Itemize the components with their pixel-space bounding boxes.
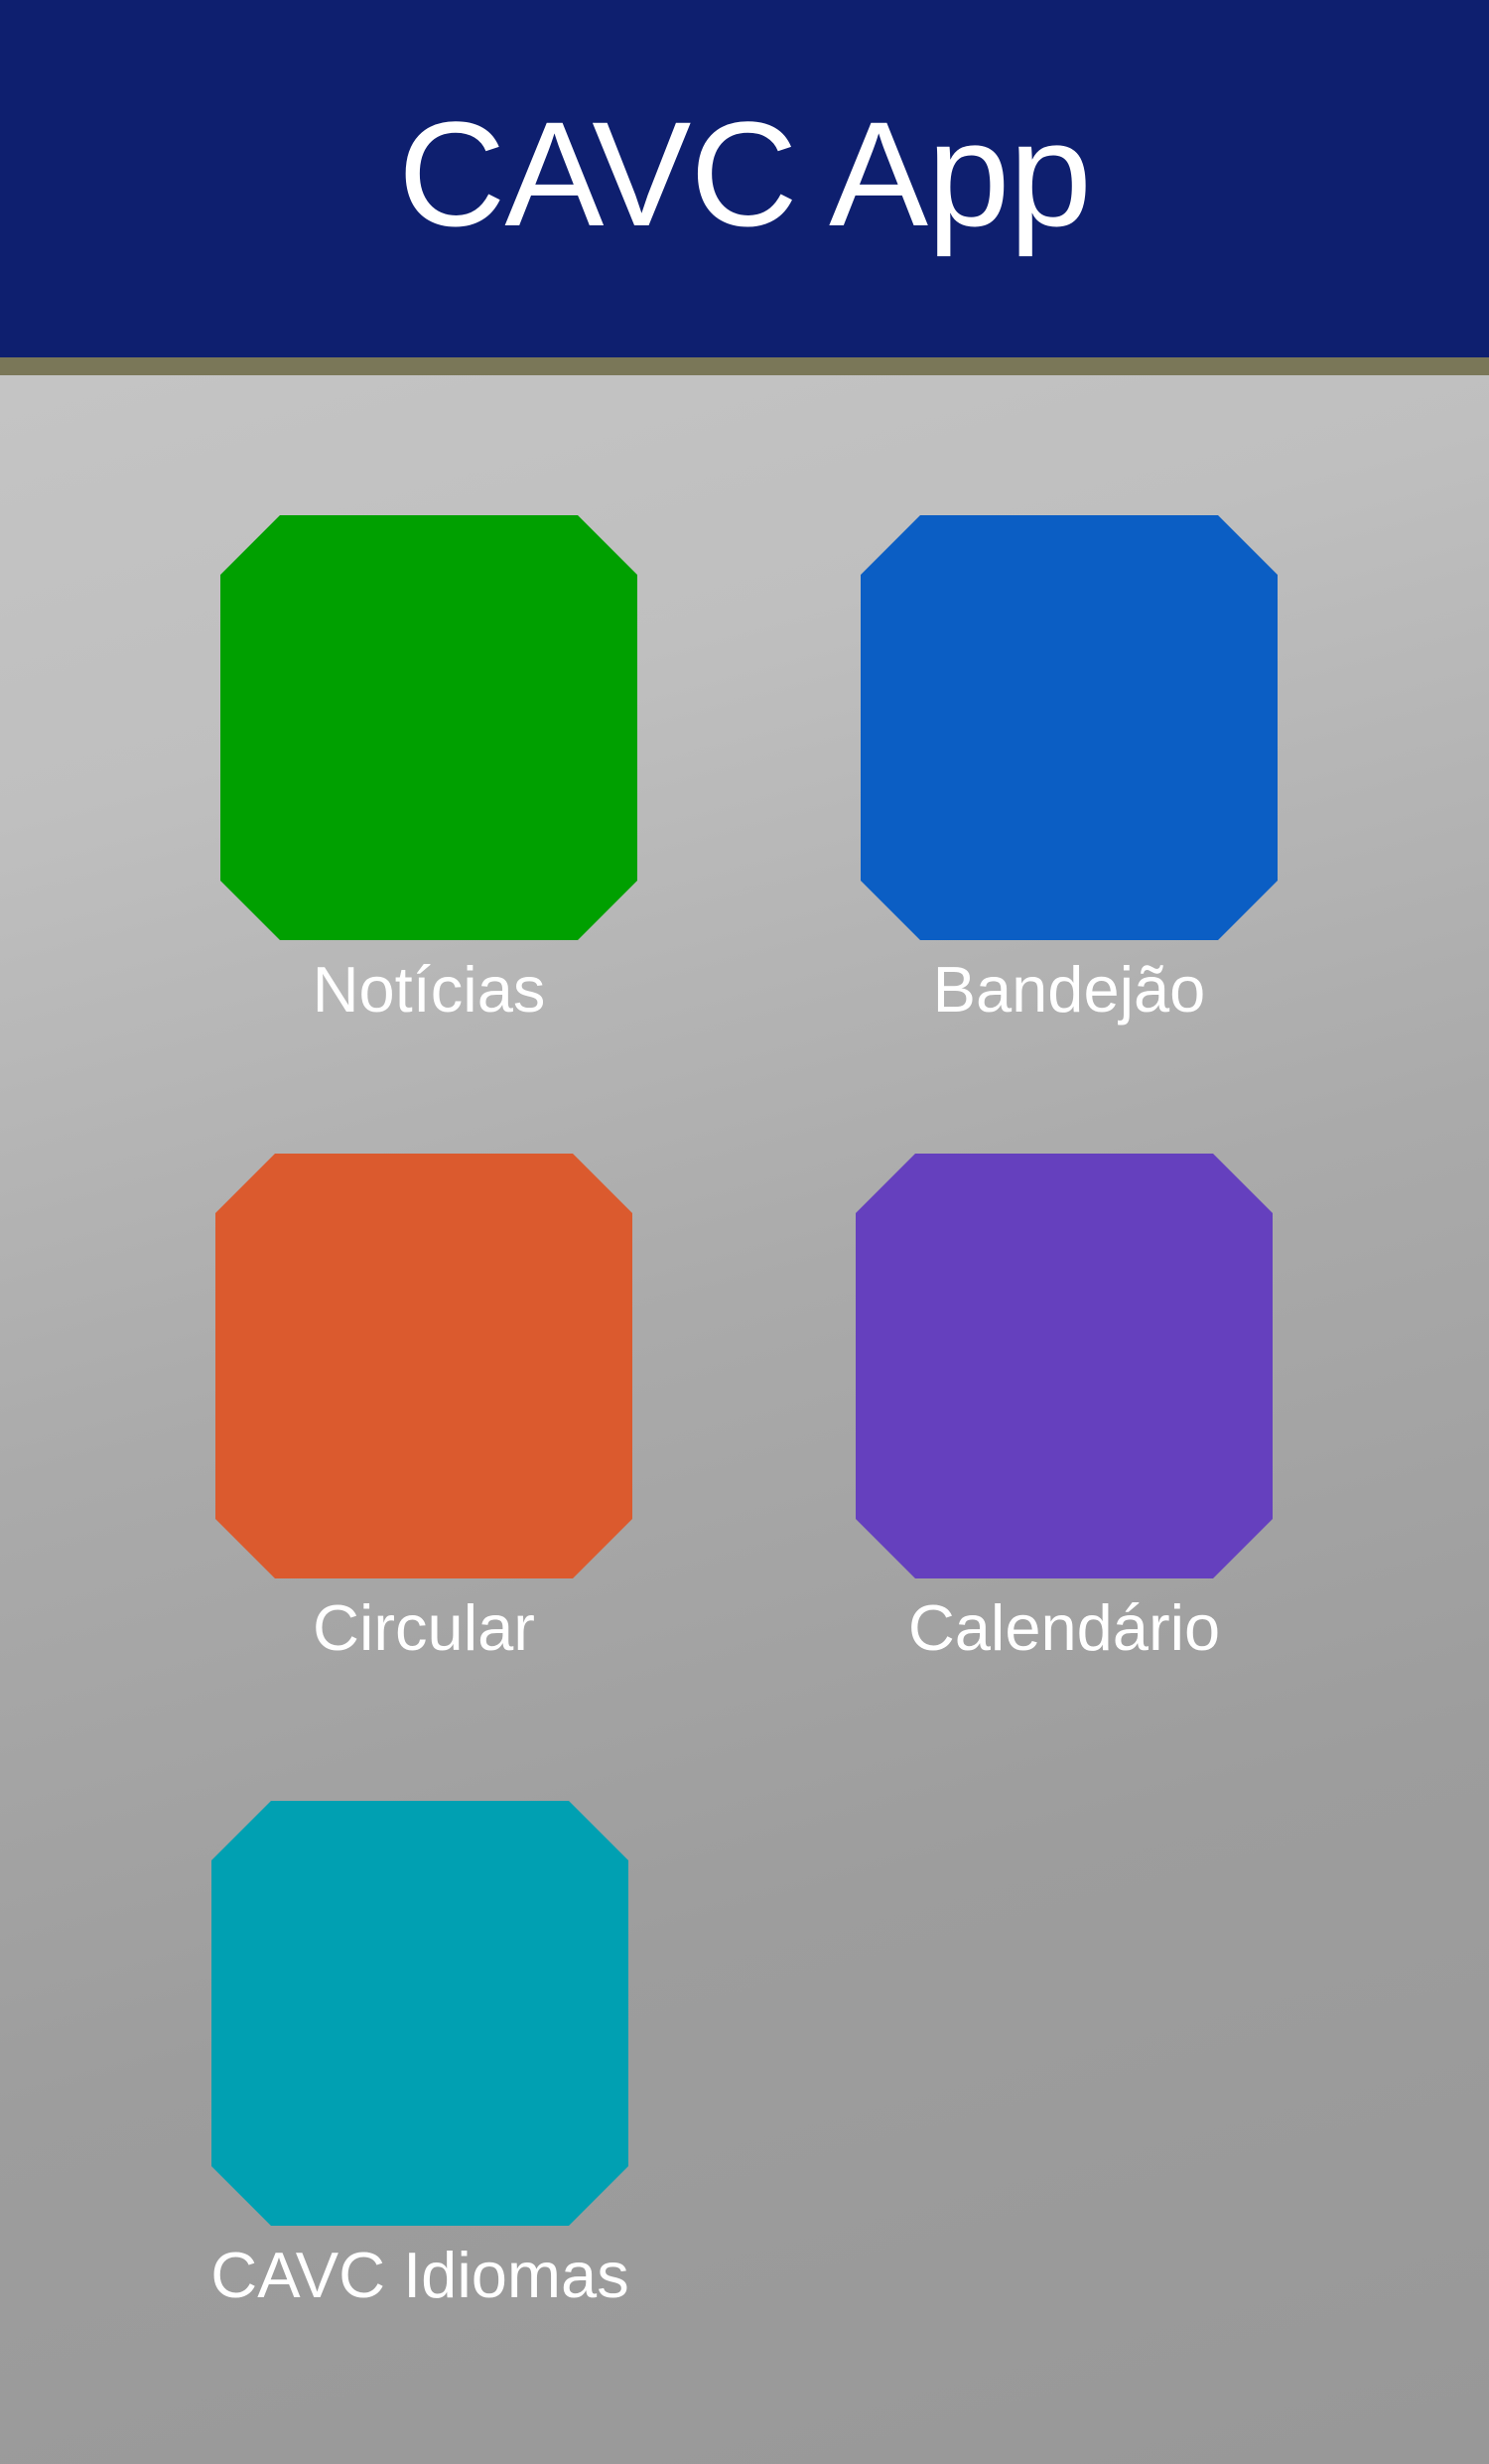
- tile-label-noticias: Notícias: [312, 953, 546, 1026]
- tile-label-bandejao: Bandejão: [932, 953, 1206, 1026]
- header-divider: [0, 357, 1489, 375]
- cavc-idiomas-icon[interactable]: [211, 1801, 628, 2226]
- tile-label-cavc-idiomas: CAVC Idiomas: [210, 2239, 629, 2311]
- bandejao-icon[interactable]: [861, 515, 1278, 940]
- noticias-icon[interactable]: [220, 515, 637, 940]
- app-header: CAVC App: [0, 0, 1489, 357]
- tile-label-circular: Circular: [313, 1591, 535, 1664]
- home-tile-grid: Notícias Bandejão Circular Calendário CA…: [0, 375, 1489, 2464]
- tile-label-calendario: Calendário: [907, 1591, 1221, 1664]
- calendario-icon[interactable]: [856, 1154, 1273, 1578]
- circular-icon[interactable]: [215, 1154, 632, 1578]
- app-title: CAVC App: [398, 89, 1092, 257]
